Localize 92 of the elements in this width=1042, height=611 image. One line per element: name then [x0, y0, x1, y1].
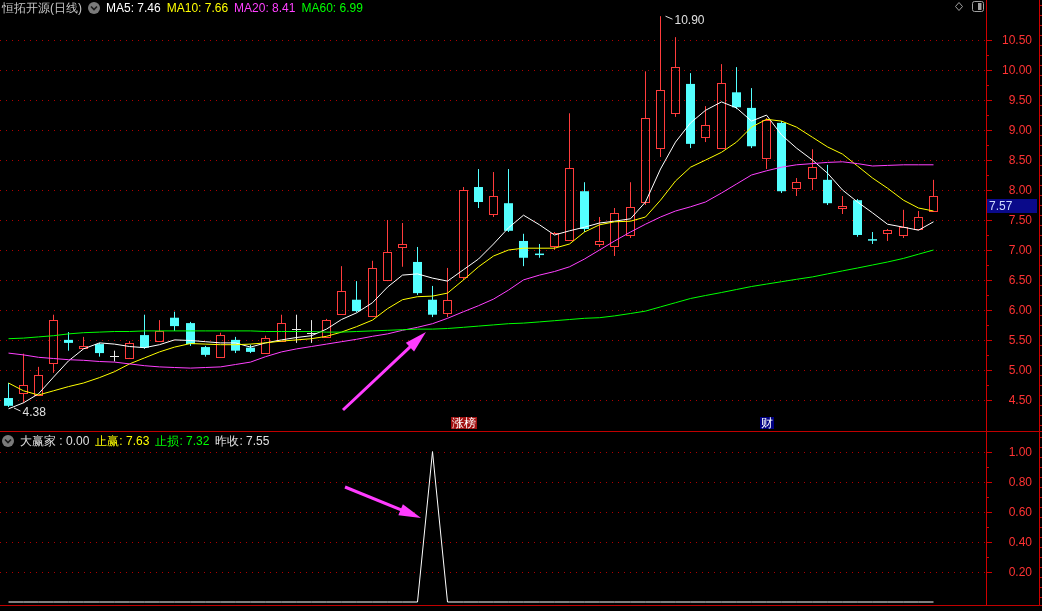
axis-label: 0.40 — [1008, 534, 1032, 549]
candlestick — [306, 319, 317, 344]
candlestick — [474, 168, 483, 209]
axis-label: 8.50 — [1008, 153, 1032, 168]
candlestick — [610, 207, 619, 257]
candlestick — [883, 228, 892, 242]
candlestick — [792, 177, 801, 197]
candlestick — [322, 318, 331, 338]
candlestick — [231, 336, 240, 354]
axis-label: 7.00 — [1008, 242, 1032, 257]
candlestick — [337, 265, 346, 315]
candlestick — [747, 87, 756, 149]
candlestick — [701, 105, 710, 143]
candlestick — [186, 321, 195, 347]
candlestick — [291, 314, 302, 344]
candlestick — [929, 179, 938, 212]
axis-label: 6.00 — [1008, 302, 1032, 317]
axis-label: 5.50 — [1008, 332, 1032, 347]
candlestick — [352, 280, 361, 313]
candlestick — [413, 246, 422, 296]
candlestick — [398, 222, 407, 268]
candlestick — [246, 344, 255, 354]
candlestick — [4, 382, 13, 408]
candlestick — [49, 314, 58, 374]
axis-label: 0.80 — [1008, 474, 1032, 489]
candlestick — [64, 331, 73, 352]
legend-item: 昨收: 7.55 — [215, 434, 270, 448]
candlestick — [762, 117, 771, 170]
candlestick — [489, 171, 498, 218]
axis-label: 10.50 — [1001, 33, 1032, 48]
axis-label: 7.50 — [1008, 213, 1032, 227]
price-tag: 7.57 — [987, 199, 1037, 213]
axis-label: 5.00 — [1008, 362, 1032, 377]
candlestick — [853, 198, 862, 238]
axis-label: 1.00 — [1008, 444, 1032, 459]
candlestick — [125, 340, 134, 359]
leader-line — [665, 15, 673, 20]
candlestick — [443, 267, 452, 318]
candlestick — [277, 314, 286, 342]
candlestick — [368, 260, 377, 318]
candlestick — [95, 342, 104, 358]
candlestick — [34, 366, 43, 396]
leader-line — [13, 407, 21, 412]
candlestick — [170, 311, 179, 332]
dropdown-icon[interactable] — [2, 435, 14, 447]
candlestick — [914, 210, 923, 231]
axis-label: 4.50 — [1008, 392, 1032, 407]
candlestick — [626, 181, 635, 239]
candlestick — [899, 209, 908, 239]
axis-label: 10.00 — [1001, 63, 1032, 78]
candlestick — [109, 350, 120, 362]
axis-label: 0.60 — [1008, 504, 1032, 519]
candlestick — [383, 219, 392, 282]
candlestick — [140, 314, 149, 350]
price-label: 10.90 — [674, 13, 705, 28]
candlestick — [19, 353, 28, 404]
legend-item: 大赢家 : 0.00 — [20, 434, 90, 448]
legend-item: 止赢: 7.63 — [95, 434, 150, 448]
candlestick — [155, 319, 164, 342]
price-label: 4.38 — [22, 405, 46, 419]
panel-icon[interactable] — [972, 1, 984, 12]
candlestick — [823, 164, 832, 206]
candlestick — [550, 231, 559, 251]
legend-item: 止损: 7.32 — [155, 434, 210, 448]
axis-label: 9.00 — [1008, 123, 1032, 138]
chart-title: 恒拓开源(日线) — [2, 1, 82, 15]
candlestick — [808, 148, 817, 191]
candlestick — [201, 345, 210, 358]
candlestick — [868, 231, 877, 245]
candlestick — [732, 66, 741, 110]
candlestick — [216, 332, 225, 359]
candlestick — [428, 285, 437, 318]
legend-item: MA10: 7.66 — [166, 1, 229, 15]
candlestick — [838, 195, 847, 215]
candlestick — [595, 216, 604, 248]
event-tag: 涨榜 — [450, 417, 477, 429]
legend-item: MA5: 7.46 — [106, 1, 161, 15]
axis-label: 8.00 — [1008, 183, 1032, 197]
axis-label: 0.20 — [1008, 564, 1032, 579]
event-tag: 财 — [759, 417, 774, 429]
legend-item: MA20: 8.41 — [234, 1, 296, 15]
axis-label: 6.50 — [1008, 272, 1032, 287]
dropdown-icon[interactable] — [88, 2, 100, 14]
diamond-icon[interactable] — [955, 2, 963, 11]
candlestick — [519, 233, 528, 267]
candlestick — [79, 336, 88, 349]
candlestick — [504, 168, 513, 233]
legend-item: MA60: 6.99 — [301, 1, 363, 15]
candlestick — [261, 335, 270, 354]
candlestick — [535, 243, 544, 259]
axis-label: 9.50 — [1008, 93, 1032, 108]
candlestick — [580, 181, 589, 233]
